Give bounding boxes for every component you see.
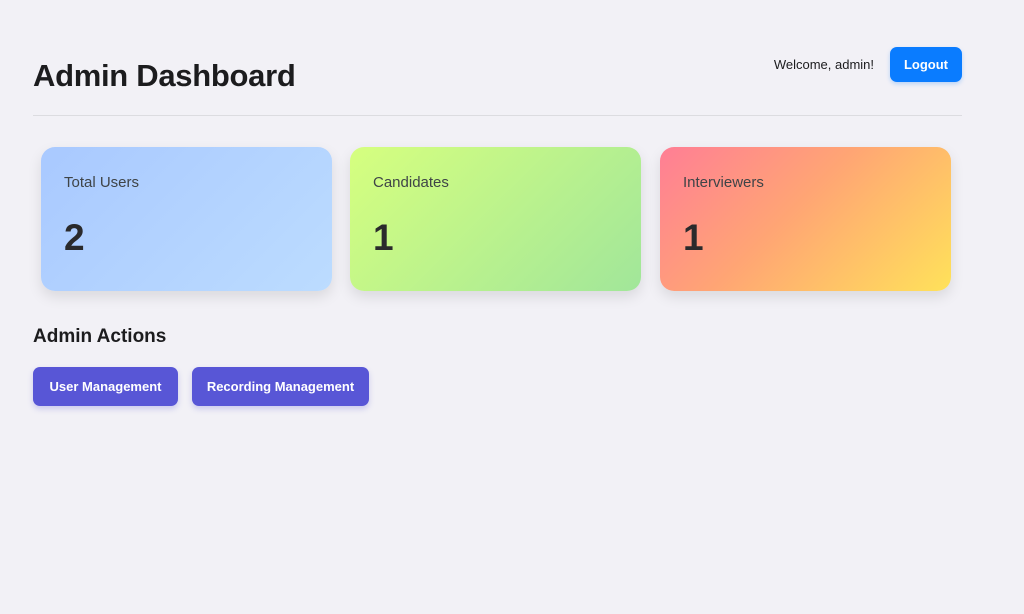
stat-value: 2 — [64, 217, 85, 258]
logout-button[interactable]: Logout — [890, 47, 962, 82]
stat-label: Candidates — [373, 174, 449, 191]
admin-dashboard-page: Admin Dashboard Welcome, admin! Logout T… — [0, 0, 1024, 614]
user-management-button[interactable]: User Management — [33, 367, 178, 406]
stat-card-total-users: Total Users 2 — [41, 147, 332, 291]
stat-value: 1 — [683, 217, 704, 258]
stat-label: Total Users — [64, 174, 140, 191]
stat-label: Interviewers — [683, 174, 764, 191]
recording-management-button[interactable]: Recording Management — [192, 367, 369, 406]
stats-cards: Total Users 2 Candidates 1 Interviewers … — [41, 147, 951, 291]
admin-actions-title: Admin Actions — [33, 326, 167, 347]
page-title: Admin Dashboard — [33, 58, 296, 93]
stat-card-interviewers: Interviewers 1 — [660, 147, 951, 291]
stat-card-candidates: Candidates 1 — [350, 147, 641, 291]
welcome-message: Welcome, admin! — [773, 57, 874, 72]
page-header: Admin Dashboard Welcome, admin! Logout — [33, 44, 962, 116]
stat-value: 1 — [373, 217, 394, 258]
